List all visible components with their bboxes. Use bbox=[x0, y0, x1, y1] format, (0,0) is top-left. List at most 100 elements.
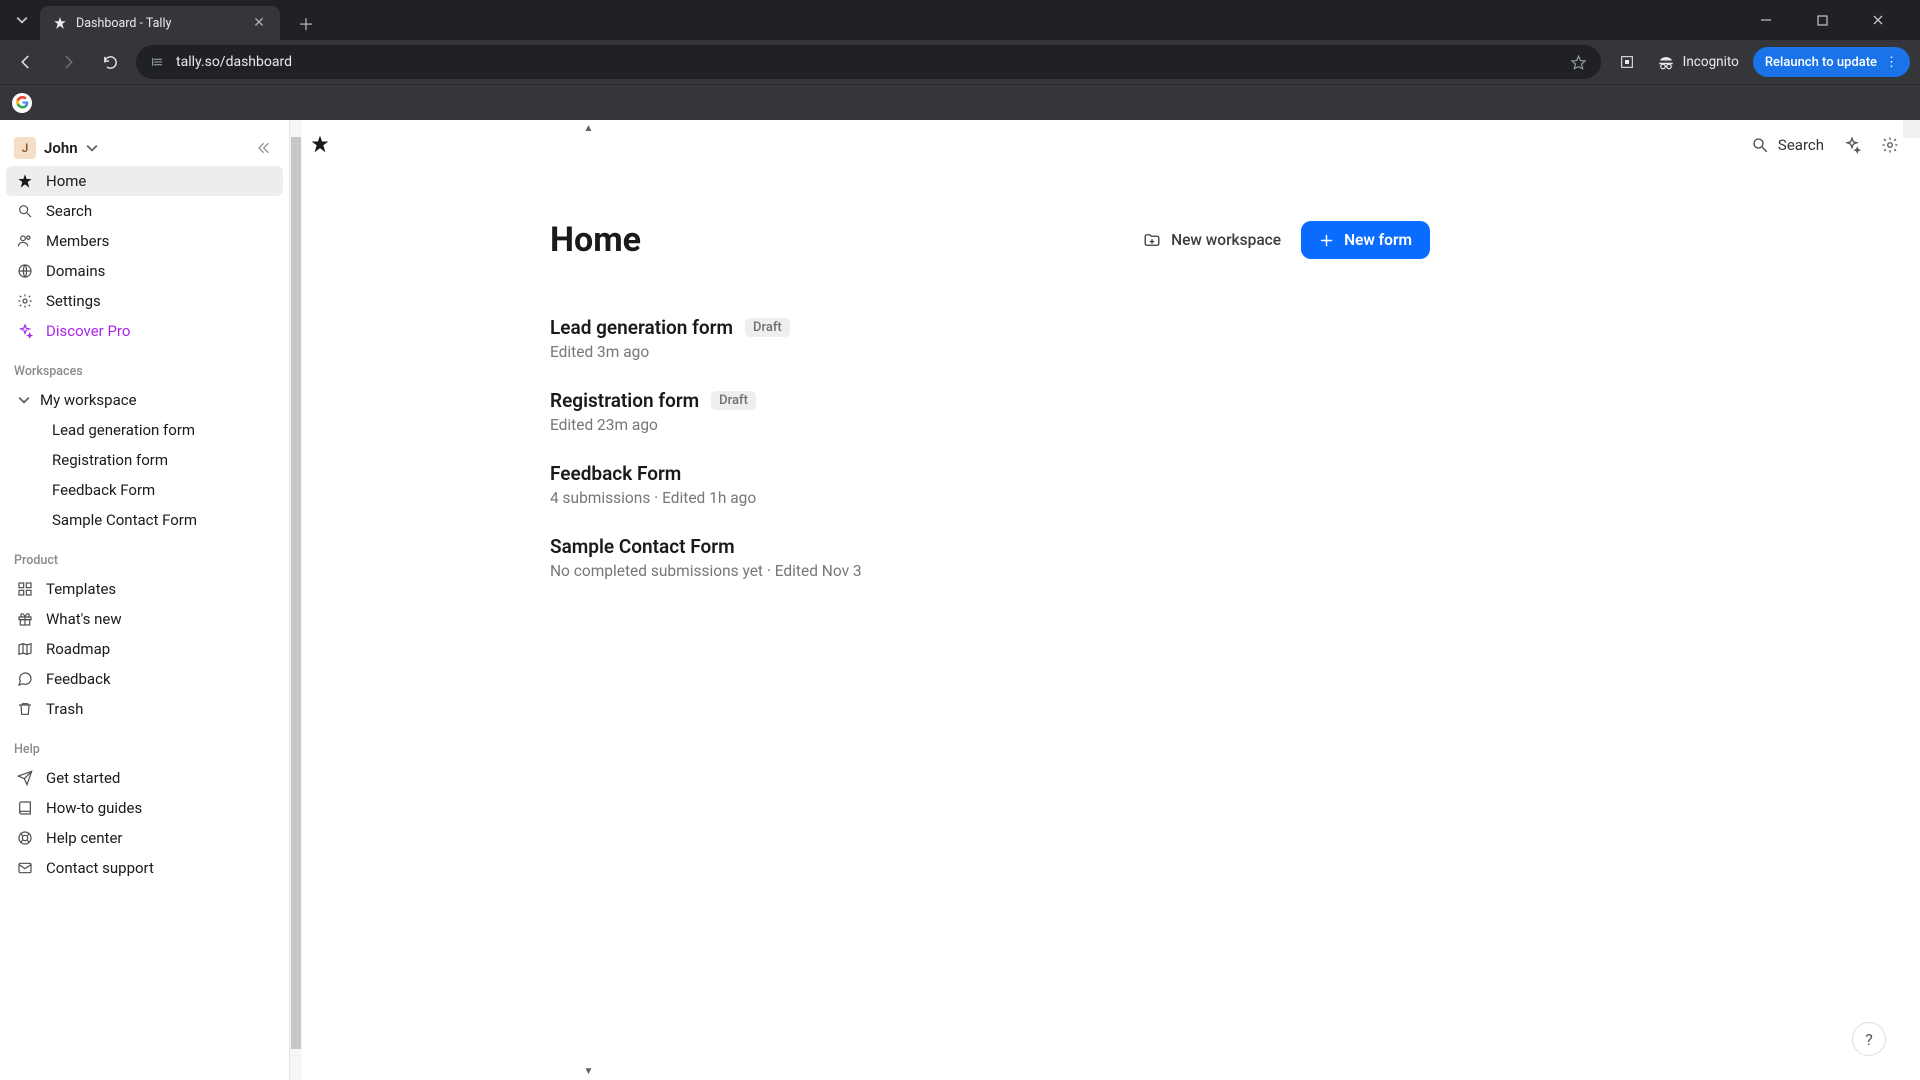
google-bookmark-icon[interactable] bbox=[12, 93, 32, 113]
new-workspace-label: New workspace bbox=[1171, 231, 1281, 249]
sidebar-item-templates[interactable]: Templates bbox=[6, 574, 283, 604]
workspace-form-item[interactable]: Lead generation form bbox=[6, 415, 283, 445]
sidebar-item-contact-support[interactable]: Contact support bbox=[6, 853, 283, 883]
kebab-icon: ⋮ bbox=[1885, 55, 1898, 70]
forward-button[interactable] bbox=[52, 46, 84, 78]
new-tab-button[interactable]: ＋ bbox=[292, 9, 320, 37]
relaunch-update-button[interactable]: Relaunch to update ⋮ bbox=[1753, 47, 1910, 77]
nav-label: Members bbox=[46, 232, 109, 250]
asterisk-icon bbox=[16, 172, 34, 190]
send-icon bbox=[16, 769, 34, 787]
workspace-form-item[interactable]: Registration form bbox=[6, 445, 283, 475]
gear-icon bbox=[16, 292, 34, 310]
content-scroll: Home New workspace New form bbox=[290, 170, 1920, 608]
nav-label: Help center bbox=[46, 829, 122, 847]
nav-label: Roadmap bbox=[46, 640, 110, 658]
account-switcher[interactable]: J John bbox=[6, 130, 283, 166]
form-list-item[interactable]: Registration form Draft Edited 23m ago bbox=[550, 389, 1430, 434]
incognito-label: Incognito bbox=[1683, 54, 1739, 70]
map-icon bbox=[16, 640, 34, 658]
templates-icon bbox=[16, 580, 34, 598]
sidebar-item-feedback[interactable]: Feedback bbox=[6, 664, 283, 694]
tab-title: Dashboard - Tally bbox=[76, 16, 171, 31]
plus-icon bbox=[1319, 233, 1334, 248]
sidebar-item-help-center[interactable]: Help center bbox=[6, 823, 283, 853]
new-workspace-button[interactable]: New workspace bbox=[1143, 231, 1281, 249]
form-list-item[interactable]: Lead generation form Draft Edited 3m ago bbox=[550, 316, 1430, 361]
draft-badge: Draft bbox=[711, 391, 756, 410]
search-icon bbox=[1750, 135, 1770, 155]
members-icon bbox=[16, 232, 34, 250]
form-meta: Edited 3m ago bbox=[550, 343, 1430, 361]
workspace-form-item[interactable]: Sample Contact Form bbox=[6, 505, 283, 535]
gift-icon bbox=[16, 610, 34, 628]
page-title: Home bbox=[550, 220, 641, 260]
workspace-form-item[interactable]: Feedback Form bbox=[6, 475, 283, 505]
nav-label: Discover Pro bbox=[46, 322, 130, 340]
sidebar-item-members[interactable]: Members bbox=[6, 226, 283, 256]
browser-chrome: Dashboard - Tally ✕ ＋ tally.so/dashboard… bbox=[0, 0, 1920, 120]
nav-label: Feedback bbox=[46, 670, 111, 688]
customize-icon[interactable] bbox=[1842, 135, 1862, 155]
folder-plus-icon bbox=[1143, 231, 1161, 249]
top-search-label: Search bbox=[1778, 136, 1824, 154]
browser-tab-active[interactable]: Dashboard - Tally ✕ bbox=[40, 6, 280, 40]
lifebuoy-icon bbox=[16, 829, 34, 847]
nav-label: What's new bbox=[46, 610, 122, 628]
scroll-up-arrow-icon[interactable]: ▲ bbox=[580, 120, 597, 137]
sidebar-item-get-started[interactable]: Get started bbox=[6, 763, 283, 793]
gear-icon[interactable] bbox=[1880, 135, 1900, 155]
extensions-button[interactable] bbox=[1611, 46, 1643, 78]
sidebar-item-whats-new[interactable]: What's new bbox=[6, 604, 283, 634]
sidebar-item-roadmap[interactable]: Roadmap bbox=[6, 634, 283, 664]
help-fab-button[interactable]: ? bbox=[1852, 1022, 1886, 1056]
scrollbar-thumb[interactable] bbox=[291, 137, 301, 1049]
sidebar-item-search[interactable]: Search bbox=[6, 196, 283, 226]
trash-icon bbox=[16, 700, 34, 718]
top-search[interactable]: Search bbox=[1750, 135, 1824, 155]
form-title: Lead generation form bbox=[550, 316, 733, 339]
nav-label: Templates bbox=[46, 580, 116, 598]
sidebar-item-trash[interactable]: Trash bbox=[6, 694, 283, 724]
form-title: Feedback Form bbox=[550, 462, 681, 485]
chat-icon bbox=[16, 670, 34, 688]
nav-label: Settings bbox=[46, 292, 101, 310]
tally-logo-icon[interactable] bbox=[310, 134, 332, 156]
minimize-button[interactable] bbox=[1744, 5, 1788, 35]
form-title: Sample Contact Form bbox=[550, 535, 735, 558]
form-meta: No completed submissions yet · Edited No… bbox=[550, 562, 1430, 580]
workspace-toggle[interactable]: My workspace bbox=[6, 385, 283, 415]
reload-button[interactable] bbox=[94, 46, 126, 78]
form-list-item[interactable]: Feedback Form 4 submissions · Edited 1h … bbox=[550, 462, 1430, 507]
tab-search-button[interactable] bbox=[8, 6, 36, 34]
tab-close-button[interactable]: ✕ bbox=[250, 14, 268, 32]
collapse-sidebar-button[interactable] bbox=[251, 136, 275, 160]
book-icon bbox=[16, 799, 34, 817]
app-viewport: J John Home Search Members Domains Setti… bbox=[0, 120, 1920, 1080]
chevron-down-icon bbox=[16, 394, 32, 406]
sidebar-item-how-to-guides[interactable]: How-to guides bbox=[6, 793, 283, 823]
sidebar-scrollbar[interactable]: ▲ ▼ bbox=[290, 120, 302, 1080]
form-list-item[interactable]: Sample Contact Form No completed submiss… bbox=[550, 535, 1430, 580]
workspace-name: My workspace bbox=[40, 391, 137, 409]
bookmark-star-icon[interactable] bbox=[1570, 54, 1587, 71]
nav-label: Home bbox=[46, 172, 86, 190]
nav-label: Contact support bbox=[46, 859, 154, 877]
globe-icon bbox=[16, 262, 34, 280]
sidebar-item-discover-pro[interactable]: Discover Pro bbox=[6, 316, 283, 346]
maximize-button[interactable] bbox=[1800, 5, 1844, 35]
address-bar[interactable]: tally.so/dashboard bbox=[136, 45, 1601, 79]
sidebar-item-settings[interactable]: Settings bbox=[6, 286, 283, 316]
new-form-button[interactable]: New form bbox=[1301, 221, 1430, 259]
top-bar: Search bbox=[290, 120, 1920, 170]
incognito-indicator[interactable]: Incognito bbox=[1653, 53, 1743, 71]
back-button[interactable] bbox=[10, 46, 42, 78]
draft-badge: Draft bbox=[745, 318, 790, 337]
sidebar-item-home[interactable]: Home bbox=[6, 166, 283, 196]
incognito-icon bbox=[1657, 53, 1675, 71]
scroll-down-arrow-icon[interactable]: ▼ bbox=[580, 1063, 597, 1080]
form-meta: 4 submissions · Edited 1h ago bbox=[550, 489, 1430, 507]
close-window-button[interactable] bbox=[1856, 5, 1900, 35]
sidebar-item-domains[interactable]: Domains bbox=[6, 256, 283, 286]
site-info-icon[interactable] bbox=[150, 54, 166, 70]
